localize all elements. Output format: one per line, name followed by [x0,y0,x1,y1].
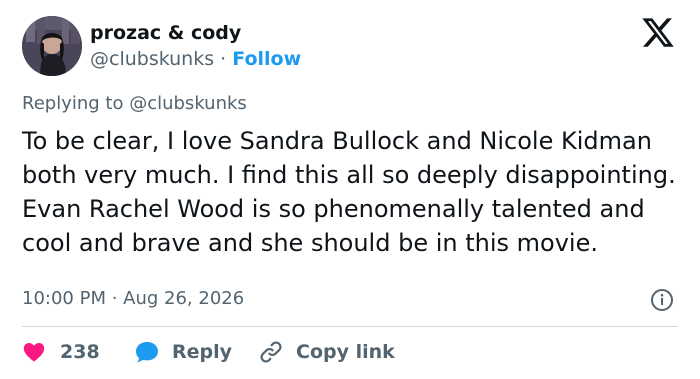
x-logo-icon[interactable] [640,18,676,50]
follow-button[interactable]: Follow [232,48,301,70]
replying-prefix: Replying to [22,93,130,114]
tweet-timestamp[interactable]: 10:00 PM · Aug 26, 2026 [22,288,244,309]
like-button[interactable]: 238 [22,337,100,367]
divider [22,326,678,327]
author-handle-row: @clubskunks · Follow [90,48,301,70]
info-icon[interactable] [650,288,674,312]
author-handle[interactable]: @clubskunks [90,48,214,70]
reply-button[interactable]: Reply [134,337,232,367]
reply-label: Reply [172,341,233,363]
like-count: 238 [60,341,100,363]
replying-mention-link[interactable]: @clubskunks [129,93,247,114]
heart-icon [23,343,45,362]
action-bar: 238 Reply Copy link [22,337,678,367]
copy-link-button[interactable]: Copy link [258,337,395,367]
avatar[interactable] [22,16,82,76]
copy-link-label: Copy link [296,341,395,363]
handle-separator: · [214,48,233,70]
speech-bubble-icon [136,342,158,363]
link-icon [260,341,282,363]
tweet-text: To be clear, I love Sandra Bullock and N… [22,127,676,257]
author-display-name[interactable]: prozac & cody [90,22,241,44]
tweet-card: prozac & cody @clubskunks · Follow Reply… [0,0,700,379]
replying-to: Replying to @clubskunks [22,93,247,114]
